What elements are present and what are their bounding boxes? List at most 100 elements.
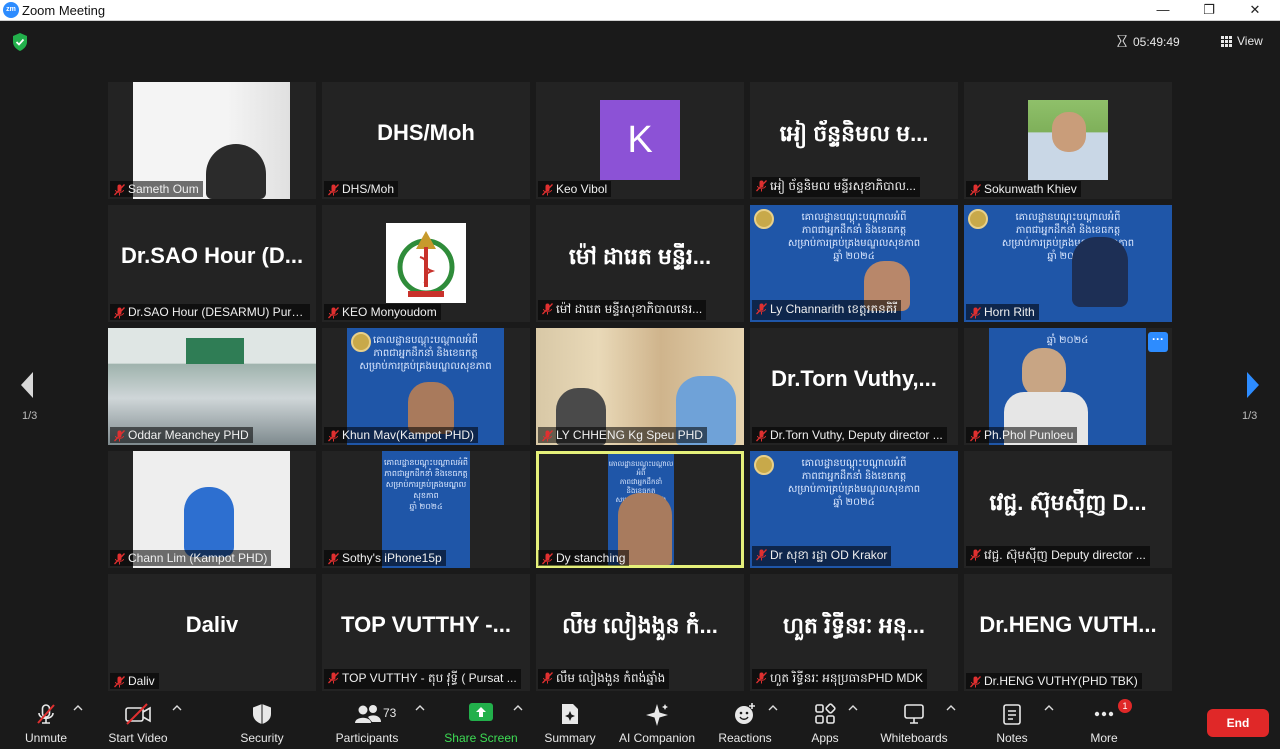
view-button[interactable]: View — [1221, 34, 1263, 48]
reactions-options-caret-icon[interactable] — [768, 703, 778, 713]
minimize-button[interactable]: — — [1140, 0, 1186, 21]
next-page-arrow-icon[interactable] — [1245, 371, 1261, 399]
participant-face — [1022, 348, 1066, 398]
apps-options-caret-icon[interactable] — [848, 703, 858, 713]
muted-mic-icon — [542, 672, 553, 684]
participant-tile[interactable]: Chann Lim (Kampot PHD) — [108, 451, 316, 568]
participant-face — [1052, 112, 1086, 152]
participant-tile[interactable]: អៀ ច័ន្ទនិមល ម... អៀ ច័ន្ទនិមល មន្ទីរសុខ… — [750, 82, 958, 199]
ai-sparkle-icon — [646, 704, 668, 726]
participant-display-name: Dr.SAO Hour (D... — [120, 243, 304, 268]
audio-options-caret-icon[interactable] — [73, 703, 83, 713]
participant-display-name: DHS/Moh — [377, 120, 475, 145]
ministry-logo-image — [386, 223, 466, 303]
participant-tile[interactable]: DHS/Moh DHS/Moh — [322, 82, 530, 199]
participant-tile[interactable]: វេជ្ជ. ស៊ុមស៊ីញ D... វេជ្ជ. ស៊ុមស៊ីញ Dep… — [964, 451, 1172, 568]
participant-tile[interactable]: Dr.SAO Hour (D... Dr.SAO Hour (DESARMU) … — [108, 205, 316, 322]
share-screen-button[interactable]: Share Screen — [442, 695, 520, 749]
participant-tile[interactable]: Sameth Oum — [108, 82, 316, 199]
reactions-button[interactable]: Reactions — [714, 695, 776, 749]
window-titlebar: zm Zoom Meeting — ❐ ✕ — [0, 0, 1280, 21]
participant-tile[interactable]: គោលដ្ឋានបណ្តុះបណ្តាលអំពី ភាពជាអ្នកដឹកនាំ… — [964, 205, 1172, 322]
participant-display-name: Dr.Torn Vuthy,... — [771, 366, 937, 391]
muted-mic-icon — [542, 303, 553, 315]
participant-name-label: TOP VUTTHY - តុប វុទ្ធី ( Pursat ... — [324, 669, 521, 689]
slide-line: គោលដ្ឋានបណ្តុះបណ្តាលអំពី — [801, 212, 907, 223]
video-options-caret-icon[interactable] — [172, 703, 182, 713]
maximize-button[interactable]: ❐ — [1186, 0, 1232, 21]
meeting-topbar: 05:49:49 View — [0, 22, 1280, 60]
muted-mic-icon — [970, 549, 981, 561]
participant-display-name: Daliv — [185, 612, 239, 637]
participant-tile[interactable]: Sokunwath Khiev — [964, 82, 1172, 199]
close-window-button[interactable]: ✕ — [1232, 0, 1278, 21]
participant-tile[interactable]: K Keo Vibol — [536, 82, 744, 199]
end-meeting-button[interactable]: End — [1207, 709, 1269, 737]
participants-options-caret-icon[interactable] — [415, 703, 425, 713]
participant-silhouette — [206, 144, 266, 199]
slide-line: ឆ្នាំ ២០២៤ — [1046, 335, 1089, 346]
muted-mic-icon — [756, 430, 767, 442]
slide-line: គោលដ្ឋានបណ្តុះបណ្តាលអំពី — [801, 458, 907, 469]
slide-logo-icon — [968, 209, 988, 229]
participant-tile[interactable]: Dr.Torn Vuthy,... Dr.Torn Vuthy, Deputy … — [750, 328, 958, 445]
participant-tile[interactable]: Oddar Meanchey PHD — [108, 328, 316, 445]
participant-name-label: Dy stanching — [538, 550, 630, 566]
muted-mic-icon — [542, 553, 553, 565]
participant-name-label: ហួត រិទ្ធីនរៈ អនុប្រធានPHD MDK — [752, 669, 928, 689]
participant-tile[interactable]: គោលដ្ឋានបណ្តុះបណ្តាលអំពី ភាពជាអ្នកដឹកនាំ… — [322, 328, 530, 445]
participant-name-label: KEO Monyoudom — [324, 304, 441, 320]
participant-name-label: Sameth Oum — [110, 181, 203, 197]
participant-tile[interactable]: LY CHHENG Kg Speu PHD — [536, 328, 744, 445]
ai-companion-button[interactable]: AI Companion — [614, 695, 700, 749]
share-options-caret-icon[interactable] — [513, 703, 523, 713]
room-screen — [186, 338, 244, 364]
participants-button[interactable]: 73 Participants — [330, 695, 404, 749]
muted-mic-icon — [970, 184, 981, 196]
notes-options-caret-icon[interactable] — [1044, 703, 1054, 713]
unmute-button[interactable]: Unmute — [16, 695, 76, 749]
start-video-button[interactable]: Start Video — [104, 695, 172, 749]
meeting-timer: 05:49:49 — [1133, 35, 1180, 49]
apps-button[interactable]: Apps — [800, 695, 850, 749]
active-speaker-tile[interactable]: គោលដ្ឋានបណ្តុះបណ្តាលអំពី ភាពជាអ្នកដឹកនាំ… — [536, 451, 744, 568]
participant-tile[interactable]: ហួត រិទ្ធីនរៈ អនុ... ហួត រិទ្ធីនរៈ អនុប្… — [750, 574, 958, 691]
participant-tile[interactable]: ម៉ៅ ដារេត មន្ទីរ... ម៉ៅ ដារេត មន្ទីរសុខា… — [536, 205, 744, 322]
participant-name-label: Oddar Meanchey PHD — [110, 427, 253, 443]
previous-page-arrow-icon[interactable] — [19, 371, 35, 399]
notes-button[interactable]: Notes — [988, 695, 1036, 749]
more-dots-icon — [1094, 711, 1114, 717]
slide-line: ឆ្នាំ ២០២៤ — [1047, 251, 1089, 262]
participant-tile[interactable]: Daliv Daliv — [108, 574, 316, 691]
slide-line: ភាពជាអ្នកដឹកនាំ និងខេធកត្ត — [801, 225, 907, 236]
participant-name-label: Daliv — [110, 673, 159, 689]
page-indicator-right: 1/3 — [1242, 410, 1258, 422]
participant-name-label: Keo Vibol — [538, 181, 612, 197]
summary-button[interactable]: Summary — [538, 695, 602, 749]
participant-name-label: លឹម លៀងងួន កំពង់ឆ្នាំង — [538, 669, 670, 689]
muted-mic-icon — [328, 553, 339, 565]
meeting-toolbar: Unmute Start Video Security 73 Participa… — [0, 695, 1280, 749]
participant-name-label: Dr.HENG VUTHY(PHD TBK) — [966, 673, 1142, 689]
participant-tile[interactable]: ឆ្នាំ ២០២៤ ··· Ph.Phol Punloeu — [964, 328, 1172, 445]
participant-name-label: Sokunwath Khiev — [966, 181, 1081, 197]
encryption-shield-icon[interactable] — [12, 33, 28, 51]
participant-tile[interactable]: គោលដ្ឋានបណ្តុះបណ្តាលអំពី ភាពជាអ្នកដឹកនាំ… — [322, 451, 530, 568]
whiteboards-button[interactable]: Whiteboards — [872, 695, 956, 749]
participant-tile[interactable]: លឹម លៀងងួន កំ... លឹម លៀងងួន កំពង់ឆ្នាំង — [536, 574, 744, 691]
muted-mic-icon — [756, 303, 767, 315]
participant-tile[interactable]: Dr.HENG VUTH... Dr.HENG VUTHY(PHD TBK) — [964, 574, 1172, 691]
slide-line: ភាពជាអ្នកដឹកនាំ និងខេធកត្ត — [801, 471, 907, 482]
participant-tile[interactable]: គោលដ្ឋានបណ្តុះបណ្តាលអំពី ភាពជាអ្នកដឹកនាំ… — [750, 451, 958, 568]
participant-display-name: លឹម លៀងងួន កំ... — [562, 613, 718, 638]
security-button[interactable]: Security — [232, 695, 292, 749]
participant-tile[interactable]: KEO Monyoudom — [322, 205, 530, 322]
tile-options-button[interactable]: ··· — [1148, 332, 1168, 352]
participant-tile[interactable]: គោលដ្ឋានបណ្តុះបណ្តាលអំពី ភាពជាអ្នកដឹកនាំ… — [750, 205, 958, 322]
muted-microphone-icon — [37, 704, 55, 724]
grid-view-icon — [1221, 35, 1232, 47]
ai-companion-label: AI Companion — [618, 731, 696, 745]
whiteboards-options-caret-icon[interactable] — [946, 703, 956, 713]
more-label: More — [1090, 731, 1118, 745]
participant-tile[interactable]: TOP VUTTHY -... TOP VUTTHY - តុប វុទ្ធី … — [322, 574, 530, 691]
